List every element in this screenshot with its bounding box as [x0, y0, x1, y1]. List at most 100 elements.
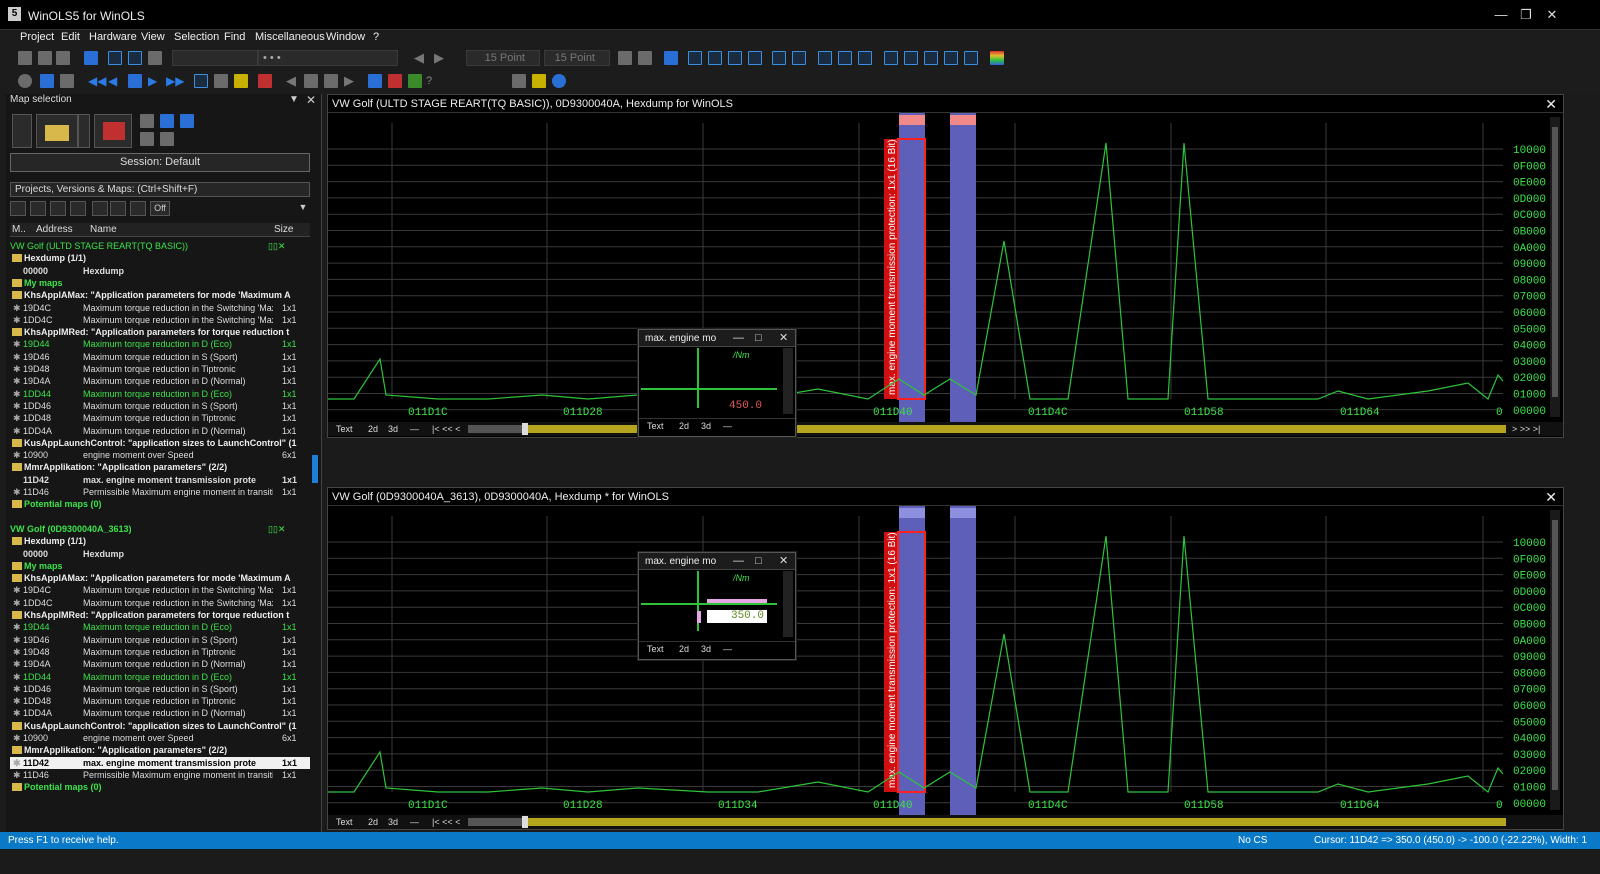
- tree-map-item[interactable]: ✱ 19D4A Maximum torque reduction in D (Nor…: [10, 375, 310, 387]
- doc2-tab-2d[interactable]: 2d: [368, 815, 378, 829]
- doc2-popup-scrollbar[interactable]: [783, 571, 793, 637]
- doc1-popup-maximize-icon[interactable]: □: [755, 330, 762, 347]
- tree-folder[interactable]: KhsApplAMax: "Application parameters for…: [10, 289, 310, 301]
- p-icon[interactable]: [408, 74, 422, 88]
- menu-hardware[interactable]: Hardware: [89, 31, 137, 43]
- small-action-icon-1[interactable]: [140, 114, 154, 128]
- filter-off-button[interactable]: Off: [150, 201, 170, 216]
- doc2-popup-tab-dash[interactable]: —: [723, 642, 732, 656]
- hex-view-icon[interactable]: [618, 51, 632, 65]
- columns-icon[interactable]: [664, 51, 678, 65]
- percent-icon[interactable]: [884, 51, 898, 65]
- prev-icon[interactable]: ◀: [108, 74, 122, 88]
- doc2-popup-maximize-icon[interactable]: □: [755, 553, 762, 570]
- redo-icon[interactable]: ▶: [344, 74, 358, 88]
- text-view-icon[interactable]: [60, 74, 74, 88]
- menu-miscellaneous[interactable]: Miscellaneous: [255, 31, 325, 43]
- menu-project[interactable]: Project: [20, 31, 54, 43]
- hexdump-icon[interactable]: [40, 74, 54, 88]
- menu-view[interactable]: View: [141, 31, 165, 43]
- import-button[interactable]: [94, 114, 132, 148]
- filter-btn-1[interactable]: [10, 201, 26, 216]
- doc1-scroll-thumb[interactable]: [522, 423, 528, 435]
- color-palette-icon[interactable]: [990, 51, 1004, 65]
- doc1-popup-tab-text[interactable]: Text: [647, 419, 664, 433]
- sign-icon[interactable]: [818, 51, 832, 65]
- panel-dropdown-icon[interactable]: ▼: [289, 94, 299, 105]
- doc1-tab-dash[interactable]: —: [410, 422, 419, 436]
- tree-map-item[interactable]: 11D42 max. engine moment transmission pro…: [10, 474, 310, 486]
- tree-folder[interactable]: Potential maps (0): [10, 498, 310, 510]
- tree-map-item[interactable]: ✱ 11D46 Permissible Maximum engine moment …: [10, 769, 310, 781]
- mode-8-icon[interactable]: [688, 51, 702, 65]
- doc1-nav-first-icon[interactable]: |< << <: [432, 422, 460, 436]
- tree-map-item[interactable]: ✱ 19D46 Maximum torque reduction in S (Spo…: [10, 634, 310, 646]
- hint-icon[interactable]: [532, 74, 546, 88]
- doc1-popup-tab-dash[interactable]: —: [723, 419, 732, 433]
- undo-icon[interactable]: ◀: [286, 74, 300, 88]
- table-icon[interactable]: [128, 74, 142, 88]
- doc2-tab-3d[interactable]: 3d: [388, 815, 398, 829]
- doc1-popup-tab-3d[interactable]: 3d: [701, 419, 711, 433]
- tree-map-item[interactable]: ✱ 1DD46 Maximum torque reduction in S (Spo…: [10, 400, 310, 412]
- minimize-icon[interactable]: —: [1493, 7, 1509, 23]
- filter-btn-5[interactable]: [92, 201, 108, 216]
- doc1-tab-2d[interactable]: 2d: [368, 422, 378, 436]
- tree-map-item[interactable]: ✱ 19D4A Maximum torque reduction in D (Nor…: [10, 658, 310, 670]
- doc1-nav-last-icon[interactable]: > >> >|: [1512, 422, 1540, 436]
- col-address[interactable]: Address: [36, 224, 73, 235]
- float-icon[interactable]: [748, 51, 762, 65]
- splitter-handle[interactable]: [312, 455, 318, 483]
- tree-folder[interactable]: MmrApplikation: "Application parameters"…: [10, 744, 310, 756]
- x1-icon[interactable]: [924, 51, 938, 65]
- settings-icon[interactable]: [512, 74, 526, 88]
- open-project-button[interactable]: [36, 114, 78, 148]
- delta-icon[interactable]: [904, 51, 918, 65]
- tree-folder[interactable]: My maps: [10, 277, 310, 289]
- window-icon[interactable]: [128, 51, 142, 65]
- forward-icon[interactable]: ▶: [434, 51, 448, 65]
- swap-icon[interactable]: [56, 51, 70, 65]
- scale-icon[interactable]: [304, 74, 318, 88]
- first-icon[interactable]: ◀◀: [88, 74, 106, 88]
- tree-folder[interactable]: My maps: [10, 560, 310, 572]
- tree-map-item[interactable]: ✱ 1DD44 Maximum torque reduction in D (Eco…: [10, 388, 310, 400]
- doc1-graph[interactable]: max. engine moment transmission protecti…: [328, 113, 1563, 423]
- tree-map-item[interactable]: 00000 Hexdump: [10, 265, 310, 277]
- list-mode-icon[interactable]: [194, 74, 208, 88]
- dec-icon[interactable]: [858, 51, 872, 65]
- v-icon[interactable]: [388, 74, 402, 88]
- session-label[interactable]: Session: Default: [10, 153, 310, 172]
- doc1-tab-3d[interactable]: 3d: [388, 422, 398, 436]
- doc2-scrollbar[interactable]: [468, 818, 1506, 826]
- multi-icon[interactable]: [214, 74, 228, 88]
- pro-icon[interactable]: [944, 51, 958, 65]
- tree-map-item[interactable]: ✱ 1DD4A Maximum torque reduction in D (Nor…: [10, 425, 310, 437]
- lohi-icon[interactable]: [792, 51, 806, 65]
- hex-icon[interactable]: [18, 51, 32, 65]
- projects-select[interactable]: Projects, Versions & Maps: (Ctrl+Shift+F…: [10, 182, 310, 197]
- info-icon[interactable]: [552, 74, 566, 88]
- doc2-popup-tab-2d[interactable]: 2d: [679, 642, 689, 656]
- project-status-icon[interactable]: ▯▯✕: [268, 523, 285, 535]
- restore-icon[interactable]: ❐: [1518, 7, 1534, 23]
- tree-map-item[interactable]: ✱ 19D4C Maximum torque reduction in the Sw…: [10, 302, 310, 314]
- menu-edit[interactable]: Edit: [61, 31, 80, 43]
- menu-find[interactable]: Find: [224, 31, 245, 43]
- panel-close-icon[interactable]: ✕: [306, 93, 316, 107]
- small-action-icon-2[interactable]: [160, 114, 174, 128]
- filter-dropdown-icon[interactable]: ▼: [296, 201, 310, 216]
- small-action-icon-3[interactable]: [180, 114, 194, 128]
- col-m[interactable]: M..: [12, 224, 26, 235]
- help-icon[interactable]: ?: [426, 74, 440, 88]
- tree-map-item[interactable]: ✱ 1DD48 Maximum torque reduction in Tiptro…: [10, 412, 310, 424]
- doc2-popup-tab-3d[interactable]: 3d: [701, 642, 711, 656]
- tree-folder[interactable]: Hexdump (1/1): [10, 535, 310, 547]
- f-icon[interactable]: [368, 74, 382, 88]
- tree-map-item[interactable]: ✱ 10900 engine moment over Speed 6x1: [10, 449, 310, 461]
- table-view-icon[interactable]: [638, 51, 652, 65]
- dots-field[interactable]: • • •: [258, 50, 398, 66]
- tree-map-item[interactable]: ✱ 11D42 max. engine moment transmission pr…: [10, 756, 310, 769]
- compare-icon[interactable]: [38, 51, 52, 65]
- doc2-popup-close-icon[interactable]: ✕: [779, 553, 788, 570]
